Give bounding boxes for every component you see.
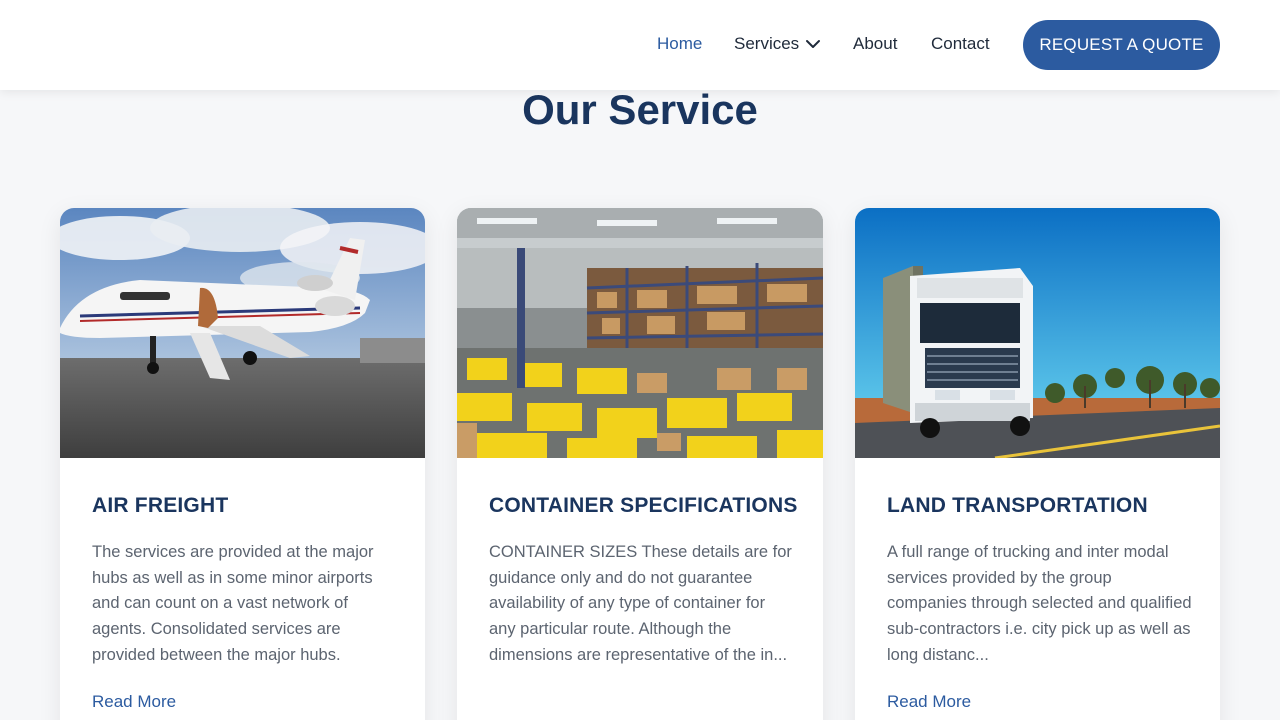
nav-home-link[interactable]: Home <box>657 34 702 54</box>
airplane-photo <box>60 208 425 458</box>
service-card-container-specifications: CONTAINER SPECIFICATIONS CONTAINER SIZES… <box>457 208 823 720</box>
card-description: CONTAINER SIZES These details are for gu… <box>489 543 792 664</box>
service-card-air-freight: AIR FREIGHT The services are provided at… <box>60 208 425 720</box>
nav-about-link[interactable]: About <box>853 34 897 54</box>
card-title: LAND TRANSPORTATION <box>887 494 1148 517</box>
service-card-land-transportation: LAND TRANSPORTATION A full range of truc… <box>855 208 1220 720</box>
request-quote-button[interactable]: REQUEST A QUOTE <box>1023 20 1220 70</box>
card-description: The services are provided at the major h… <box>92 543 374 664</box>
nav-services-label: Services <box>734 34 800 53</box>
nav-contact-link[interactable]: Contact <box>931 34 990 54</box>
warehouse-photo <box>457 208 823 458</box>
card-title: AIR FREIGHT <box>92 494 229 517</box>
truck-photo <box>855 208 1220 458</box>
section-heading: Our Service <box>522 86 758 133</box>
nav-services-dropdown[interactable]: Services <box>734 34 821 54</box>
top-navigation-bar: Home Services About Contact REQUEST A QU… <box>0 0 1280 90</box>
read-more-link[interactable]: Read More <box>92 692 176 712</box>
card-title: CONTAINER SPECIFICATIONS <box>489 494 798 517</box>
chevron-down-icon <box>806 40 821 48</box>
read-more-link[interactable]: Read More <box>887 692 971 712</box>
card-description: A full range of trucking and inter modal… <box>887 543 1192 664</box>
